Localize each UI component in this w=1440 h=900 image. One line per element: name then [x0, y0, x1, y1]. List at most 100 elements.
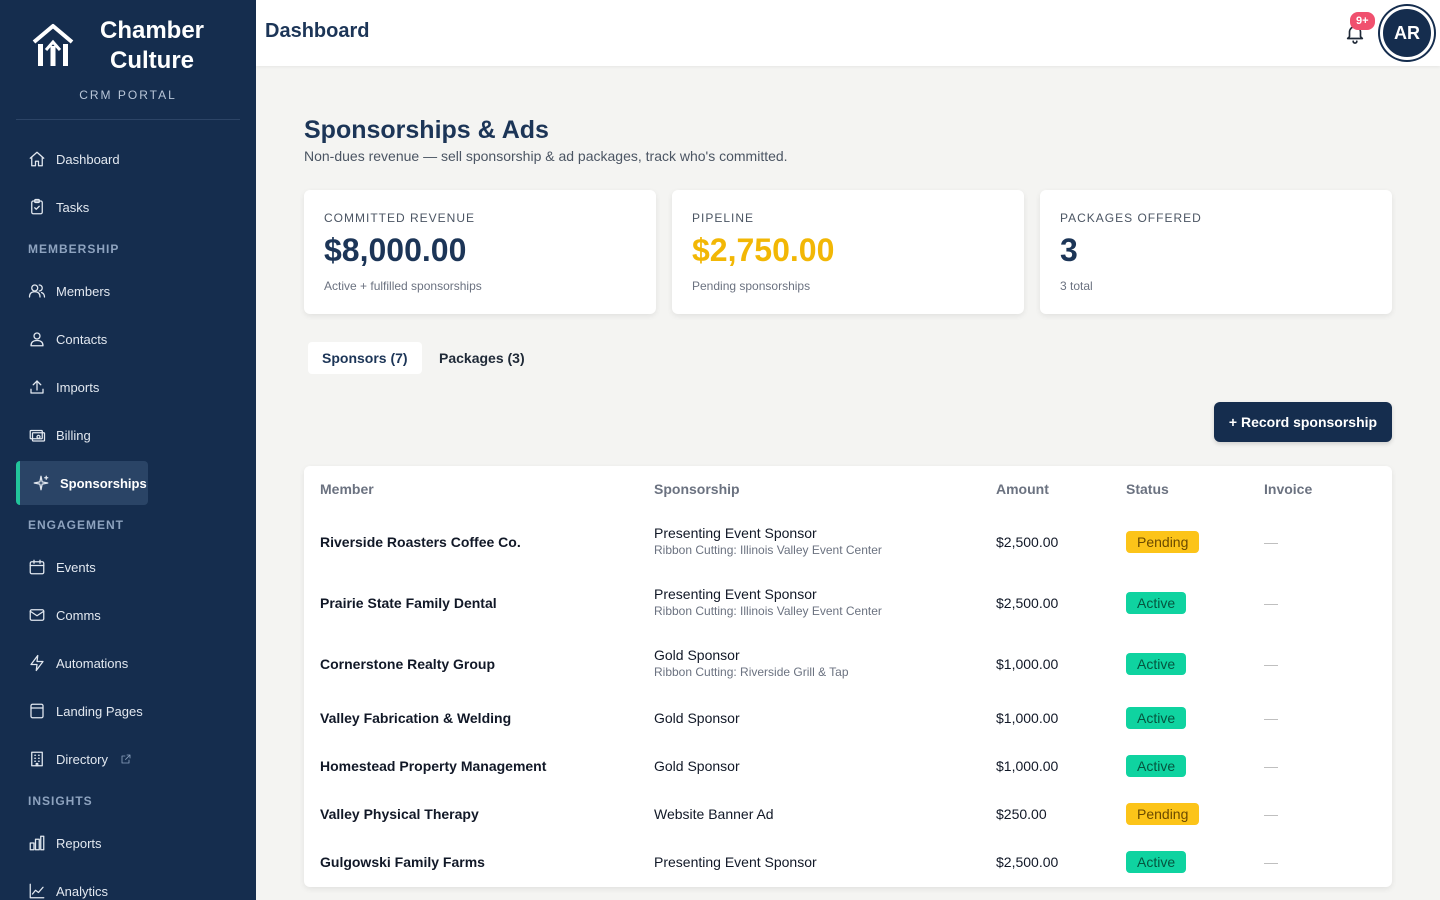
sponsorship-detail: Ribbon Cutting: Illinois Valley Event Ce…: [654, 543, 882, 557]
amount: $250.00: [996, 806, 1047, 822]
upload-icon: [30, 380, 44, 394]
stat-note: Pending sponsorships: [692, 279, 811, 293]
sponsorship-name: Presenting Event Sponsor: [654, 525, 817, 541]
sidebar-item-label: Reports: [56, 835, 102, 851]
sponsorship-cell: Presenting Event Sponsor Ribbon Cutting:…: [654, 586, 882, 618]
member-name: Homestead Property Management: [320, 758, 547, 774]
column-header-invoice: Invoice: [1264, 481, 1313, 497]
chamber-logo-icon: [32, 24, 74, 66]
sponsorship-name: Gold Sponsor: [654, 710, 740, 726]
sidebar-item-sponsorships[interactable]: Sponsorships: [16, 461, 148, 505]
stat-value: $2,750.00: [692, 232, 835, 268]
status-badge: Active: [1126, 755, 1187, 777]
tab-sponsors[interactable]: Sponsors (7): [308, 342, 422, 374]
status-badge: Active: [1126, 851, 1187, 873]
billing-icon: [29, 429, 46, 442]
sidebar-item-label: Automations: [56, 655, 129, 671]
stat-card-packages: PACKAGES OFFERED 3 3 total: [1040, 190, 1392, 314]
sponsorship-name: Gold Sponsor: [654, 758, 740, 774]
sidebar-item-label: Events: [56, 559, 96, 575]
calendar-icon: [29, 559, 45, 575]
sponsorship-name: Presenting Event Sponsor: [654, 854, 817, 870]
user-icon: [30, 332, 44, 347]
status-badge: Active: [1126, 707, 1187, 729]
invoice: —: [1264, 656, 1278, 672]
record-sponsorship-button[interactable]: + Record sponsorship: [1214, 402, 1392, 442]
clipboard-icon: [31, 198, 43, 215]
sponsors-table: Member Sponsorship Amount Status Invoice…: [304, 466, 1392, 887]
invoice: —: [1264, 534, 1278, 550]
invoice: —: [1264, 854, 1278, 870]
page-icon: [30, 703, 44, 719]
amount: $2,500.00: [996, 595, 1059, 611]
bar-chart-icon: [29, 835, 45, 851]
sidebar-item-dashboard[interactable]: Dashboard: [16, 137, 120, 181]
section-membership: MEMBERSHIP: [28, 242, 120, 256]
amount: $1,000.00: [996, 710, 1059, 726]
sidebar-item-label: Directory: [56, 751, 109, 767]
sidebar: Chamber Culture CRM PORTAL Dashboard Tas…: [0, 0, 256, 900]
tab-packages[interactable]: Packages (3): [425, 342, 539, 374]
page-title: Sponsorships & Ads: [304, 116, 549, 144]
stat-value: $8,000.00: [324, 232, 467, 268]
sidebar-item-label: Tasks: [56, 199, 90, 215]
sidebar-item-comms[interactable]: Comms: [16, 593, 101, 637]
sidebar-item-contacts[interactable]: Contacts: [16, 317, 107, 361]
sponsorship-cell: Gold Sponsor Ribbon Cutting: Riverside G…: [654, 647, 849, 679]
brand-name-line2: Culture: [110, 47, 194, 74]
line-chart-icon: [29, 883, 45, 899]
sidebar-item-label: Dashboard: [56, 151, 120, 167]
sidebar-item-automations[interactable]: Automations: [16, 641, 128, 685]
column-header-member: Member: [320, 481, 374, 497]
sponsorship-name: Presenting Event Sponsor: [654, 586, 817, 602]
sidebar-item-directory[interactable]: Directory: [16, 737, 132, 781]
invoice: —: [1264, 710, 1278, 726]
sidebar-item-label: Billing: [56, 427, 91, 443]
mail-icon: [29, 609, 45, 621]
user-avatar[interactable]: AR: [1380, 6, 1434, 60]
section-engagement: ENGAGEMENT: [28, 518, 125, 532]
sidebar-item-landing-pages[interactable]: Landing Pages: [16, 689, 143, 733]
sidebar-item-label: Comms: [56, 607, 101, 623]
sidebar-item-billing[interactable]: Billing: [16, 413, 91, 457]
brand-name-line1: Chamber: [99, 17, 205, 44]
brand-name: Chamber Culture: [92, 16, 212, 76]
sidebar-item-label: Contacts: [56, 331, 108, 347]
stat-card-committed: COMMITTED REVENUE $8,000.00 Active + ful…: [304, 190, 656, 314]
header-title: Dashboard: [265, 20, 370, 42]
sponsorship-name: Website Banner Ad: [654, 806, 774, 822]
sidebar-item-label: Imports: [56, 379, 100, 395]
bolt-icon: [30, 654, 44, 672]
sidebar-item-tasks[interactable]: Tasks: [16, 185, 89, 229]
stat-card-pipeline: PIPELINE $2,750.00 Pending sponsorships: [672, 190, 1024, 314]
sidebar-item-members[interactable]: Members: [16, 269, 110, 313]
status-badge: Pending: [1126, 803, 1200, 825]
column-header-amount: Amount: [996, 481, 1049, 497]
member-name: Gulgowski Family Farms: [320, 854, 485, 870]
sparkle-icon: [33, 475, 49, 491]
notification-badge: 9+: [1350, 12, 1375, 30]
invoice: —: [1264, 595, 1278, 611]
sidebar-item-imports[interactable]: Imports: [16, 365, 99, 409]
sidebar-item-events[interactable]: Events: [16, 545, 96, 589]
invoice: —: [1264, 806, 1278, 822]
sponsorship-detail: Ribbon Cutting: Riverside Grill & Tap: [654, 665, 849, 679]
page-subtitle: Non-dues revenue — sell sponsorship & ad…: [304, 148, 788, 164]
member-name: Riverside Roasters Coffee Co.: [320, 534, 521, 550]
sidebar-item-reports[interactable]: Reports: [16, 821, 102, 865]
stat-value: 3: [1060, 232, 1078, 268]
sidebar-item-analytics[interactable]: Analytics: [16, 869, 108, 900]
sponsorship-cell: Presenting Event Sponsor Ribbon Cutting:…: [654, 525, 882, 557]
stat-note: Active + fulfilled sponsorships: [324, 279, 482, 293]
top-header: Dashboard 9+ AR: [256, 0, 1440, 66]
stat-label: PIPELINE: [692, 211, 755, 225]
invoice: —: [1264, 758, 1278, 774]
sidebar-item-label: Landing Pages: [56, 703, 143, 719]
stat-label: COMMITTED REVENUE: [324, 211, 476, 225]
member-name: Valley Fabrication & Welding: [320, 710, 512, 726]
external-link-icon: [121, 754, 131, 764]
stat-label: PACKAGES OFFERED: [1060, 211, 1202, 225]
amount: $2,500.00: [996, 534, 1059, 550]
status-badge: Pending: [1126, 531, 1200, 553]
stat-note: 3 total: [1060, 279, 1093, 293]
